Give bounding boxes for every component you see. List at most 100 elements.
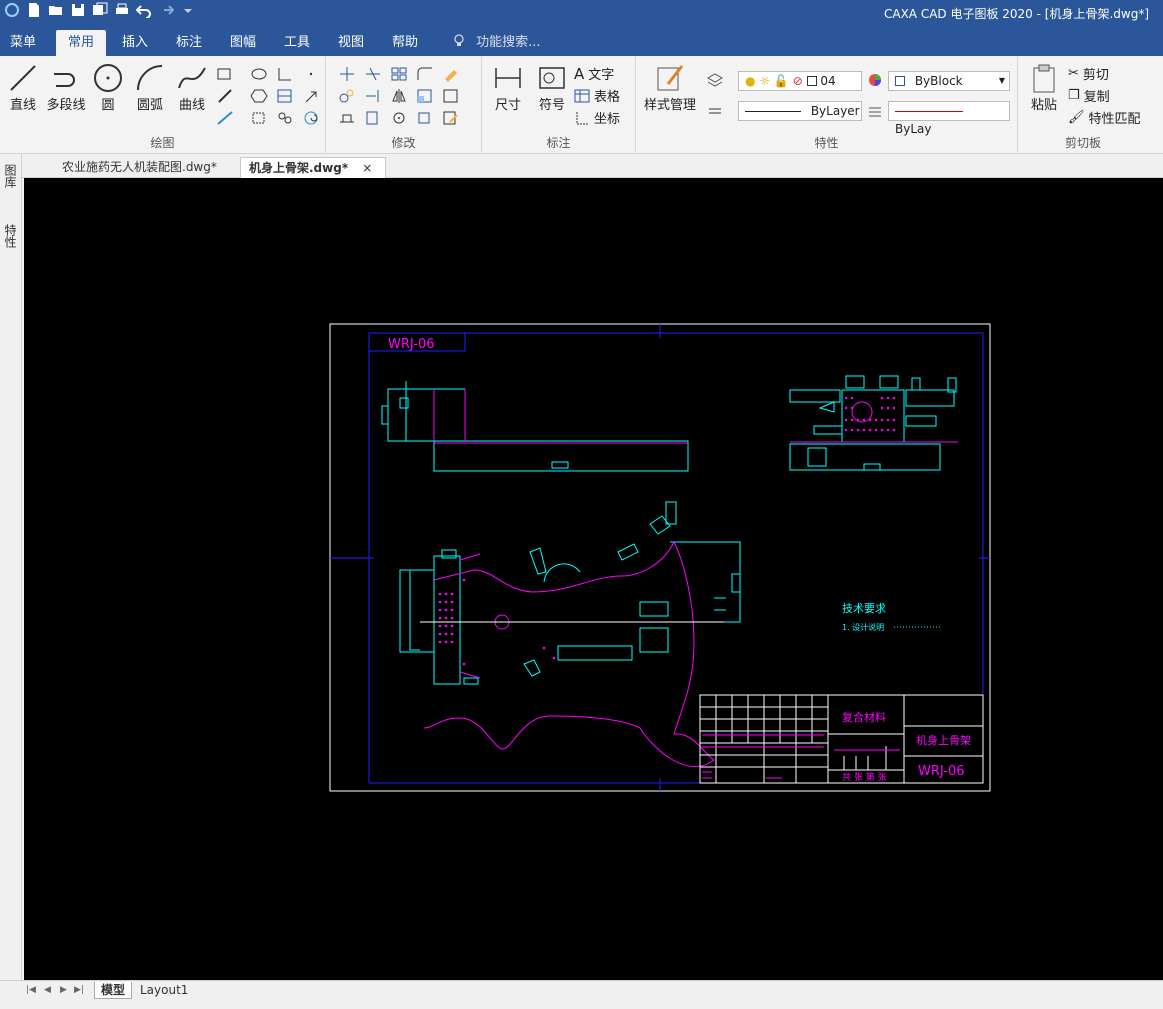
symbol-button[interactable]: 符号 <box>534 62 570 113</box>
layout-tab-model[interactable]: 模型 <box>94 982 133 999</box>
text-label: 文字 <box>588 68 615 83</box>
construction-line-icon[interactable] <box>216 110 234 126</box>
text-icon: A <box>574 64 585 83</box>
tech-requirements-item: 1. 设计说明 <box>842 622 884 632</box>
layout-tab-layout1[interactable]: Layout1 <box>134 982 194 999</box>
tab-view[interactable]: 视图 <box>328 30 374 56</box>
arc-button[interactable]: 圆弧 <box>132 62 168 113</box>
cut-label: 剪切 <box>1082 68 1109 83</box>
block-icon[interactable] <box>442 88 460 104</box>
scale-icon[interactable] <box>416 88 434 104</box>
scissors-icon: ✂ <box>1068 66 1079 81</box>
sheet-outer-frame <box>329 323 991 792</box>
save-icon[interactable] <box>70 2 86 18</box>
layer-color-swatch <box>806 76 817 86</box>
fillet-icon[interactable] <box>416 66 434 82</box>
extend-icon[interactable] <box>364 88 382 104</box>
feature-search[interactable]: 功能搜索... <box>452 30 541 56</box>
app-logo-icon[interactable] <box>4 2 20 18</box>
table-button[interactable]: 表格 <box>574 86 620 105</box>
next-layout-icon[interactable]: ▶ <box>60 985 67 995</box>
copy-icon: ❐ <box>1068 88 1080 103</box>
last-layout-icon[interactable]: ▶| <box>74 985 84 995</box>
redo-icon[interactable] <box>158 2 174 18</box>
color-combo[interactable]: ByBlock ▼ <box>888 71 1010 91</box>
polyline-button[interactable]: 多段线 <box>44 62 88 113</box>
lineweight-icon[interactable] <box>866 104 884 120</box>
doc-tab-assembly[interactable]: 农业施药无人机装配图.dwg* <box>54 157 225 178</box>
close-icon[interactable]: × <box>362 161 372 175</box>
side-view <box>789 375 958 471</box>
doc-tab-frame[interactable]: 机身上骨架.dwg* × <box>240 157 386 178</box>
tab-sheet[interactable]: 图幅 <box>220 30 266 56</box>
symbol-icon <box>539 67 565 89</box>
trim-icon[interactable] <box>364 66 382 82</box>
tab-insert[interactable]: 插入 <box>112 30 158 56</box>
circle-button[interactable]: 圆 <box>92 62 124 113</box>
point-icon[interactable] <box>302 66 320 82</box>
array-icon[interactable] <box>390 66 408 82</box>
table-icon <box>574 89 590 102</box>
hexagon-icon[interactable] <box>250 88 268 104</box>
quick-access-toolbar <box>4 2 196 18</box>
side-tab-library[interactable]: 图库 <box>3 164 19 188</box>
style-manager-button[interactable]: 样式管理 <box>642 62 698 113</box>
tab-home[interactable]: 常用 <box>56 30 106 56</box>
part-name-text: 机身上骨架 <box>916 733 971 747</box>
first-layout-icon[interactable]: |◀ <box>26 985 36 995</box>
ellipse-icon[interactable] <box>250 66 268 82</box>
lineweight-sample <box>895 111 963 112</box>
rotate-icon[interactable] <box>390 110 408 126</box>
line-label: 直线 <box>9 98 36 113</box>
new-file-icon[interactable] <box>26 2 42 18</box>
lock-icon: 🔓 <box>773 74 789 88</box>
lineweight-combo[interactable]: ByLay <box>888 101 1010 136</box>
mirror-icon[interactable] <box>390 88 408 104</box>
cloud-icon[interactable] <box>276 110 294 126</box>
arrow-icon[interactable] <box>302 88 320 104</box>
copy-object-icon[interactable] <box>338 88 356 104</box>
paste-button[interactable]: 粘贴 <box>1026 62 1062 113</box>
color-wheel-icon[interactable] <box>866 72 884 88</box>
linetype-list-icon[interactable] <box>706 104 724 120</box>
text-button[interactable]: A 文字 <box>574 64 615 84</box>
tab-tools[interactable]: 工具 <box>274 30 320 56</box>
curve-button[interactable]: 曲线 <box>174 62 210 113</box>
layer-manager-icon[interactable] <box>706 72 724 88</box>
pen-icon[interactable] <box>216 88 234 104</box>
tab-help[interactable]: 帮助 <box>382 30 428 56</box>
linetype-combo[interactable]: ByLayer <box>738 101 862 121</box>
erase-icon[interactable] <box>442 66 460 82</box>
dimension-button[interactable]: 尺寸 <box>490 62 526 113</box>
cut-button[interactable]: ✂ 剪切 <box>1068 64 1109 83</box>
stretch-icon[interactable] <box>338 110 356 126</box>
edit-icon[interactable] <box>442 110 460 126</box>
angle-icon[interactable] <box>276 66 294 82</box>
offset-icon[interactable] <box>364 110 382 126</box>
line-button[interactable]: 直线 <box>6 62 40 113</box>
tab-annotate[interactable]: 标注 <box>166 30 212 56</box>
region-icon[interactable] <box>250 110 268 126</box>
rectangle-icon[interactable] <box>216 66 234 82</box>
open-file-icon[interactable] <box>48 2 64 18</box>
copy-button[interactable]: ❐ 复制 <box>1068 86 1110 105</box>
explode-icon[interactable] <box>416 110 434 126</box>
layer-combo[interactable]: ● ☼ 🔓 ⊘ 04 <box>738 71 862 91</box>
side-tab-properties[interactable]: 特性 <box>3 224 19 248</box>
save-all-icon[interactable] <box>92 2 108 18</box>
spiral-icon[interactable] <box>302 110 320 126</box>
customize-dropdown-icon[interactable] <box>180 2 196 18</box>
coordinate-button[interactable]: 坐标 <box>574 108 620 127</box>
arc-label: 圆弧 <box>136 98 163 113</box>
color-swatch <box>895 76 905 86</box>
undo-icon[interactable] <box>136 2 152 18</box>
print-icon[interactable] <box>114 2 130 18</box>
prev-layout-icon[interactable]: ◀ <box>44 985 51 995</box>
drawing-canvas[interactable]: WRJ-06 技术要求 1. 设计说明 复合材料 机身上骨架 共 张 第 张 W… <box>24 178 1163 980</box>
tab-menu[interactable]: 菜单 <box>0 30 46 56</box>
front-view <box>381 381 689 472</box>
lightbulb-icon <box>454 34 464 46</box>
match-properties-button[interactable]: 🖌 特性匹配 <box>1068 108 1141 127</box>
move-icon[interactable] <box>338 66 356 82</box>
hatch-icon[interactable] <box>276 88 294 104</box>
